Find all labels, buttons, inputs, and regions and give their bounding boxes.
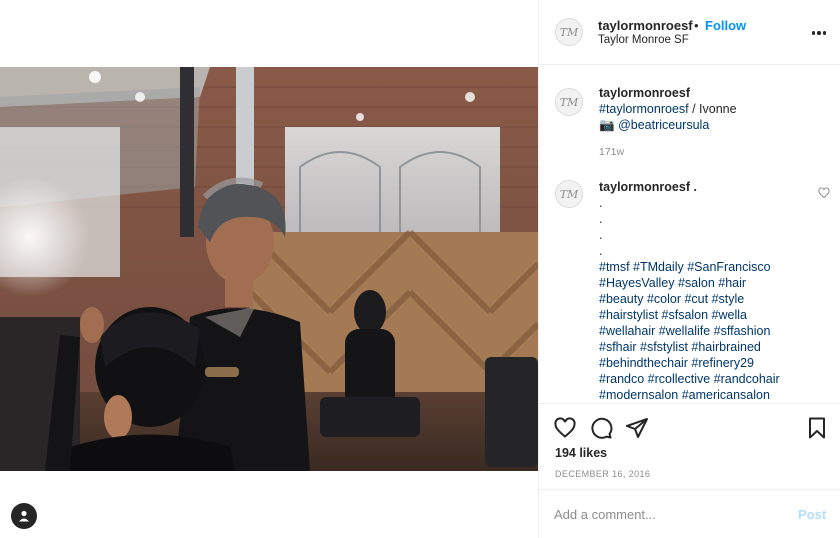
profile-floating-button[interactable] bbox=[11, 503, 37, 529]
hashtag-line[interactable]: #sfhair #sfstylist #hairbrained bbox=[599, 340, 761, 354]
save-button[interactable] bbox=[805, 416, 829, 440]
comment-dot-line: . bbox=[599, 244, 603, 258]
avatar-monogram: TM bbox=[559, 25, 579, 39]
post-photo[interactable] bbox=[0, 67, 538, 471]
comment-avatar[interactable]: TM bbox=[555, 180, 583, 208]
post-details-panel: TM taylormonroesf • Follow Taylor Monroe… bbox=[538, 0, 840, 538]
share-button[interactable] bbox=[625, 416, 649, 440]
hashtag-line[interactable]: #HayesValley #salon #hair bbox=[599, 276, 746, 290]
salon-photo-illustration bbox=[0, 67, 538, 471]
comments-section[interactable]: TM taylormonroesf #taylormonroesf / Ivon… bbox=[539, 66, 840, 403]
user-icon bbox=[19, 510, 29, 522]
add-comment-bar: Post bbox=[539, 489, 840, 538]
caption-hashtag[interactable]: #taylormonroesf bbox=[599, 102, 689, 116]
hashtag-line[interactable]: #tmsf #TMdaily #SanFrancisco bbox=[599, 260, 771, 274]
hashtag-line[interactable]: #modernsalon #americansalon bbox=[599, 388, 770, 402]
camera-icon: 📷 bbox=[599, 118, 615, 132]
comment-first-char: . bbox=[693, 180, 697, 194]
more-options-button[interactable] bbox=[809, 27, 829, 39]
comment-like-heart-icon[interactable] bbox=[818, 187, 830, 199]
header-avatar[interactable]: TM bbox=[555, 18, 583, 46]
media-pane bbox=[0, 0, 538, 538]
header-separator: • bbox=[694, 18, 699, 33]
comment-icon bbox=[591, 417, 613, 439]
share-icon bbox=[626, 418, 648, 438]
follow-button[interactable]: Follow bbox=[705, 18, 746, 33]
location-link[interactable]: Taylor Monroe SF bbox=[598, 34, 689, 46]
hashtag-line[interactable]: #randco #rcollective #randcohair bbox=[599, 372, 780, 386]
caption-text: / Ivonne bbox=[688, 102, 737, 116]
comment-dot-line: . bbox=[599, 196, 603, 210]
instagram-post-page: TM taylormonroesf • Follow Taylor Monroe… bbox=[0, 0, 840, 538]
hashtag-line[interactable]: #hairstylist #sfsalon #wella bbox=[599, 308, 747, 322]
hashtag-line[interactable]: #beauty #color #cut #style bbox=[599, 292, 744, 306]
like-button[interactable] bbox=[553, 416, 577, 440]
caption-timestamp[interactable]: 171w bbox=[599, 146, 624, 158]
caption-line-1: #taylormonroesf / Ivonne bbox=[599, 102, 737, 116]
avatar-monogram: TM bbox=[559, 187, 579, 201]
comment-dot-line: . bbox=[599, 212, 603, 226]
hashtag-line[interactable]: #wellahair #wellalife #sffashion bbox=[599, 324, 770, 338]
bookmark-icon bbox=[809, 417, 825, 439]
more-dots-icon bbox=[811, 31, 816, 35]
post-comment-button[interactable]: Post bbox=[798, 507, 826, 522]
post-date[interactable]: DECEMBER 16, 2016 bbox=[555, 469, 650, 479]
post-header: TM taylormonroesf • Follow Taylor Monroe… bbox=[539, 0, 840, 65]
header-username[interactable]: taylormonroesf bbox=[598, 18, 693, 33]
comment-button[interactable] bbox=[589, 416, 613, 440]
heart-icon bbox=[554, 417, 576, 438]
add-comment-input[interactable] bbox=[554, 502, 784, 526]
caption-line-2: 📷 @beatriceursula bbox=[599, 118, 709, 133]
caption-mention[interactable]: @beatriceursula bbox=[618, 118, 709, 132]
likes-count[interactable]: 194 likes bbox=[555, 446, 607, 460]
hashtag-line[interactable]: #behindthechair #refinery29 bbox=[599, 356, 754, 370]
comment-username: taylormonroesf . bbox=[599, 180, 697, 194]
caption-avatar[interactable]: TM bbox=[555, 88, 583, 116]
comment-username-link[interactable]: taylormonroesf bbox=[599, 180, 690, 194]
avatar-monogram: TM bbox=[559, 95, 579, 109]
comment-dot-line: . bbox=[599, 228, 603, 242]
caption-username[interactable]: taylormonroesf bbox=[599, 86, 690, 100]
action-bar: 194 likes DECEMBER 16, 2016 bbox=[539, 403, 840, 489]
